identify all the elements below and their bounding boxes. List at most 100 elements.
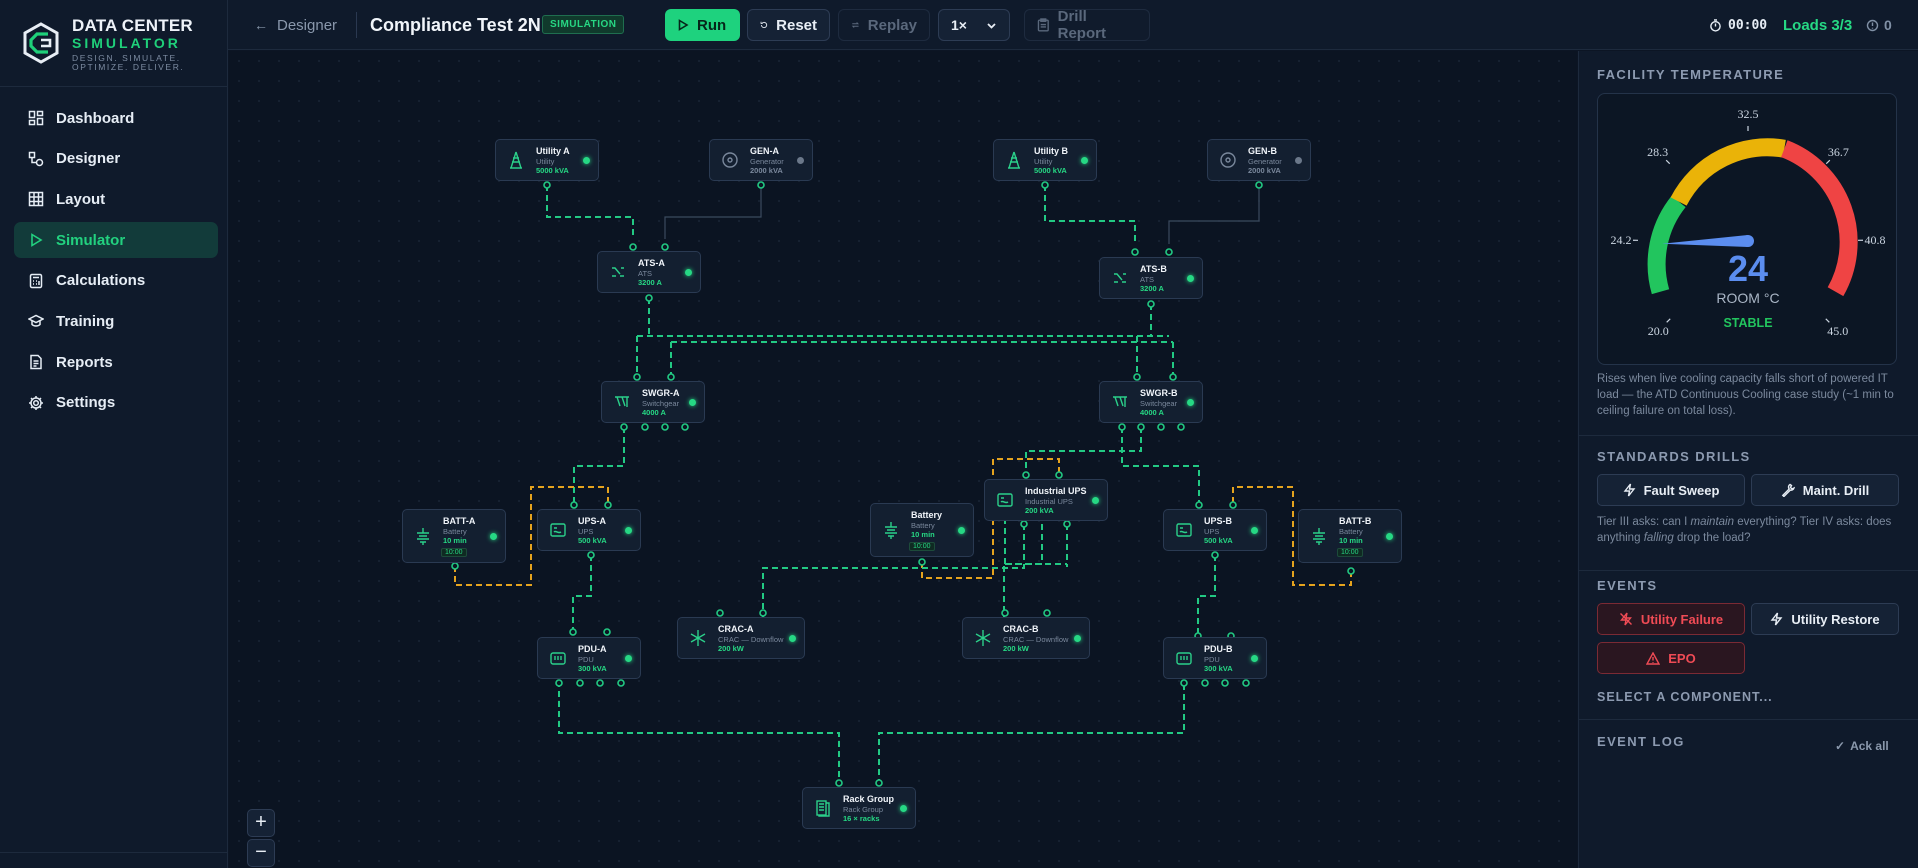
speed-select[interactable]: 1× — [938, 9, 1010, 41]
utility-restore-label: Utility Restore — [1791, 611, 1880, 627]
node-utility-b[interactable]: Utility B Utility 5000 kVA — [993, 139, 1097, 181]
node-gen-b[interactable]: GEN-B Generator 2000 kVA — [1207, 139, 1311, 181]
pdu-icon — [1176, 652, 1192, 665]
nav-menu: Dashboard Designer Layout Simulator Calc… — [14, 100, 218, 426]
gauge-band-yellow — [1670, 138, 1786, 206]
node-crac-b[interactable]: CRAC-B CRAC — Downflow 200 kW — [962, 617, 1090, 659]
node-pdu-b[interactable]: PDU-B PDU 300 kVA — [1163, 637, 1267, 679]
drill-report-button[interactable]: Drill Report — [1024, 8, 1150, 42]
node-capacity: 200 kW — [718, 644, 744, 653]
graduation-cap-icon — [28, 315, 44, 328]
event-log-section-title: EVENT LOG — [1597, 734, 1685, 749]
node-ats-a[interactable]: ATS-A ATS 3200 A — [597, 251, 701, 293]
node-name: ATS-A — [638, 258, 665, 268]
node-type: Battery — [1339, 527, 1363, 536]
node-batt-a[interactable]: BATT-A Battery 10 min 10:00 — [402, 509, 506, 563]
battery-icon — [417, 528, 429, 545]
simulator-canvas[interactable]: Utility A Utility 5000 kVA GEN-A Generat… — [229, 51, 1577, 868]
zoom-in-button[interactable]: + — [247, 809, 275, 837]
status-indicator — [1386, 532, 1393, 540]
utility-failure-label: Utility Failure — [1640, 611, 1724, 627]
reset-button[interactable]: Reset — [747, 9, 830, 41]
node-capacity: 3200 A — [638, 278, 662, 287]
node-type: Utility — [1034, 157, 1053, 166]
divider — [1579, 719, 1918, 720]
node-name: GEN-B — [1248, 146, 1277, 156]
gauge-tick-label: 45.0 — [1827, 324, 1848, 338]
node-type: CRAC — Downflow — [1003, 635, 1069, 644]
nav-item-layout[interactable]: Layout — [14, 181, 218, 217]
node-capacity: 4000 A — [642, 408, 666, 417]
maint-drill-label: Maint. Drill — [1802, 482, 1870, 498]
transfer-switch-icon — [612, 267, 624, 277]
alerts-value: 0 — [1884, 17, 1892, 33]
nav-item-reports[interactable]: Reports — [14, 344, 218, 380]
epo-label: EPO — [1668, 650, 1696, 666]
replay-button[interactable]: Replay — [838, 9, 930, 41]
node-ups-b[interactable]: UPS-B UPS 500 kVA — [1163, 509, 1267, 551]
brand[interactable]: DATA CENTER SIMULATOR DESIGN. SIMULATE. … — [20, 14, 220, 72]
alerts-count[interactable]: 0 — [1866, 0, 1892, 50]
node-industrial-ups[interactable]: Industrial UPS Industrial UPS 200 kVA — [984, 479, 1108, 521]
epo-button[interactable]: EPO — [1597, 642, 1745, 674]
gauge-tick-label: 24.2 — [1611, 233, 1632, 247]
status-indicator — [625, 654, 632, 662]
brand-tagline: DESIGN. SIMULATE. OPTIMIZE. DELIVER. — [72, 53, 185, 72]
reset-label: Reset — [776, 16, 817, 34]
brand-subtitle: SIMULATOR — [72, 35, 181, 51]
node-name: CRAC-A — [718, 624, 754, 634]
nav-label: Reports — [56, 353, 113, 371]
switchgear-icon — [1113, 396, 1127, 407]
node-pdu-a[interactable]: PDU-A PDU 300 kVA — [537, 637, 641, 679]
node-swgr-a[interactable]: SWGR-A Switchgear 4000 A — [601, 381, 705, 423]
right-panel: FACILITY TEMPERATURE 20.0 24.2 28.3 32.5 36.… — [1578, 51, 1918, 868]
node-type: Generator — [750, 157, 784, 166]
mode-badge: SIMULATION — [542, 15, 625, 34]
node-ats-b[interactable]: ATS-B ATS 3200 A — [1099, 257, 1203, 299]
status-indicator — [1081, 156, 1088, 164]
node-ups-a[interactable]: UPS-A UPS 500 kVA — [537, 509, 641, 551]
node-swgr-b[interactable]: SWGR-B Switchgear 4000 A — [1099, 381, 1203, 423]
nav-item-dashboard[interactable]: Dashboard — [14, 100, 218, 136]
back-to-designer-link[interactable]: ← Designer — [254, 0, 337, 50]
app-logo-icon — [23, 22, 59, 64]
nav-item-designer[interactable]: Designer — [14, 141, 218, 177]
nav-item-settings[interactable]: Settings — [14, 385, 218, 421]
node-name: PDU-A — [578, 644, 607, 654]
node-batt-b[interactable]: BATT-B Battery 10 min 10:00 — [1298, 509, 1402, 563]
layout-grid-icon — [28, 192, 44, 207]
nav-label: Dashboard — [56, 109, 135, 127]
transmission-tower-icon — [1008, 151, 1020, 169]
utility-failure-button[interactable]: Utility Failure — [1597, 603, 1745, 635]
nav-item-calculations[interactable]: Calculations — [14, 263, 218, 299]
gauge-value: 24 — [1728, 248, 1768, 289]
check-icon: ✓ — [1835, 739, 1846, 753]
maint-drill-button[interactable]: Maint. Drill — [1751, 474, 1899, 506]
status-indicator — [1251, 526, 1258, 534]
node-rack-group[interactable]: Rack Group Rack Group 16 × racks — [802, 787, 916, 829]
node-type: Battery — [911, 521, 935, 530]
snowflake-icon — [975, 630, 991, 646]
node-utility-a[interactable]: Utility A Utility 5000 kVA — [495, 139, 599, 181]
node-crac-a[interactable]: CRAC-A CRAC — Downflow 200 kW — [677, 617, 805, 659]
nav-item-training[interactable]: Training — [14, 303, 218, 339]
ack-all-button[interactable]: ✓ Ack all — [1835, 739, 1889, 753]
fault-sweep-button[interactable]: Fault Sweep — [1597, 474, 1745, 506]
node-type: Battery — [443, 527, 467, 536]
run-button[interactable]: Run — [665, 9, 740, 41]
divider — [1579, 570, 1918, 571]
gauge-tick — [1665, 159, 1671, 165]
gear-icon — [29, 395, 43, 410]
drills-description: Tier III asks: can I maintain everything… — [1597, 514, 1903, 546]
events-section-title: EVENTS — [1597, 578, 1658, 593]
snowflake-icon — [690, 630, 706, 646]
nav-item-simulator[interactable]: Simulator — [14, 222, 218, 259]
zoom-out-button[interactable]: − — [247, 839, 275, 867]
battery-icon — [1313, 528, 1325, 545]
utility-restore-button[interactable]: Utility Restore — [1751, 603, 1899, 635]
node-battery[interactable]: Battery Battery 10 min 10:00 — [870, 503, 974, 557]
replay-label: Replay — [867, 16, 917, 34]
node-gen-a[interactable]: GEN-A Generator 2000 kVA — [709, 139, 813, 181]
replay-icon — [851, 22, 860, 28]
node-capacity: 2000 kVA — [1248, 166, 1281, 175]
